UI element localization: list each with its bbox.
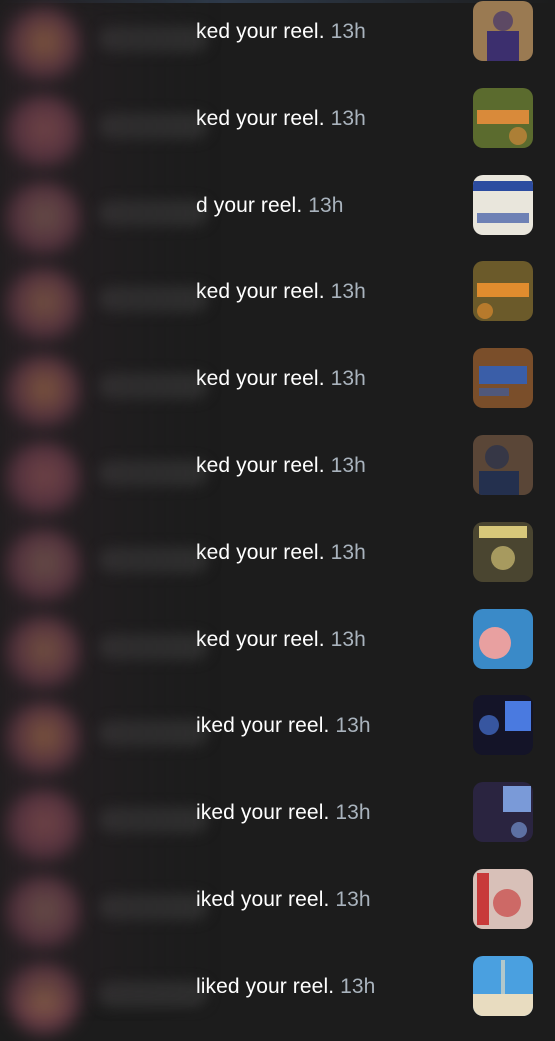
- username-blurred: [98, 980, 208, 1007]
- reel-thumbnail[interactable]: [473, 1, 533, 61]
- avatar[interactable]: [6, 442, 82, 518]
- action-text: d your reel.: [196, 193, 303, 217]
- reel-thumbnail[interactable]: [473, 695, 533, 756]
- timestamp: 13h: [330, 627, 366, 651]
- reel-thumbnail-icon: [473, 695, 533, 756]
- username-blurred: [98, 807, 208, 834]
- notification-row[interactable]: ked your reel. 13h: [0, 347, 555, 433]
- avatar[interactable]: [6, 789, 82, 866]
- reel-thumbnail-icon: [473, 1, 533, 61]
- notification-text: ked your reel. 13h: [196, 541, 366, 565]
- notification-text: liked your reel. 13h: [196, 975, 375, 999]
- timestamp: 13h: [330, 20, 366, 43]
- action-text: liked your reel.: [196, 974, 335, 998]
- reel-thumbnail-icon: [473, 608, 533, 669]
- reel-thumbnail-icon: [473, 782, 533, 843]
- notification-text: ked your reel. 13h: [196, 107, 366, 131]
- reel-thumbnail-icon: [473, 348, 533, 409]
- username-blurred: [98, 112, 208, 139]
- notification-row[interactable]: iked your reel. 13h: [0, 781, 555, 867]
- avatar[interactable]: [6, 615, 82, 692]
- timestamp: 13h: [335, 888, 371, 911]
- notification-row[interactable]: ked your reel. 13h: [0, 0, 555, 86]
- notification-row[interactable]: ked your reel. 13h: [0, 260, 555, 346]
- reel-thumbnail-icon: [473, 261, 533, 322]
- notification-row[interactable]: ked your reel. 13h: [0, 521, 555, 607]
- username-blurred: [98, 894, 208, 920]
- avatar[interactable]: [6, 355, 82, 432]
- username-blurred: [98, 633, 208, 660]
- notification-text: d your reel. 13h: [196, 194, 344, 218]
- timestamp: 13h: [330, 367, 366, 391]
- reel-thumbnail[interactable]: [473, 261, 533, 322]
- action-text: ked your reel.: [196, 106, 325, 130]
- reel-thumbnail[interactable]: [473, 782, 533, 843]
- timestamp: 13h: [330, 454, 366, 477]
- avatar[interactable]: [6, 962, 82, 1039]
- action-text: iked your reel.: [196, 801, 330, 825]
- reel-thumbnail[interactable]: [473, 87, 533, 148]
- timestamp: 13h: [308, 193, 344, 217]
- notification-text: iked your reel. 13h: [196, 888, 371, 912]
- reel-thumbnail-icon: [473, 955, 533, 1016]
- notification-text: ked your reel. 13h: [196, 367, 366, 391]
- avatar[interactable]: [6, 528, 82, 605]
- notification-row[interactable]: d your reel. 13h: [0, 174, 555, 260]
- username-blurred: [98, 546, 208, 573]
- notification-text: iked your reel. 13h: [196, 801, 371, 825]
- action-text: ked your reel.: [196, 20, 325, 43]
- username-blurred: [98, 26, 208, 52]
- username-blurred: [98, 199, 208, 226]
- notification-text: ked your reel. 13h: [196, 280, 366, 304]
- action-text: iked your reel.: [196, 714, 330, 738]
- username-blurred: [98, 460, 208, 486]
- notification-row[interactable]: ked your reel. 13h: [0, 87, 555, 173]
- reel-thumbnail[interactable]: [473, 521, 533, 582]
- reel-thumbnail[interactable]: [473, 955, 533, 1016]
- timestamp: 13h: [335, 801, 371, 825]
- action-text: ked your reel.: [196, 540, 325, 564]
- reel-thumbnail[interactable]: [473, 348, 533, 409]
- notification-row[interactable]: ked your reel. 13h: [0, 434, 555, 520]
- notification-text: ked your reel. 13h: [196, 454, 366, 478]
- reel-thumbnail[interactable]: [473, 869, 533, 929]
- username-blurred: [98, 286, 208, 313]
- avatar[interactable]: [6, 876, 82, 952]
- notification-row[interactable]: ked your reel. 13h: [0, 608, 555, 694]
- notification-text: iked your reel. 13h: [196, 714, 371, 738]
- action-text: ked your reel.: [196, 627, 325, 651]
- username-blurred: [98, 720, 208, 747]
- reel-thumbnail-icon: [473, 869, 533, 929]
- username-blurred: [98, 373, 208, 400]
- action-text: iked your reel.: [196, 888, 330, 911]
- action-text: ked your reel.: [196, 280, 325, 304]
- notification-row[interactable]: liked your reel. 13h: [0, 955, 555, 1041]
- action-text: ked your reel.: [196, 367, 325, 391]
- reel-thumbnail-icon: [473, 174, 533, 235]
- timestamp: 13h: [340, 974, 376, 998]
- avatar[interactable]: [6, 181, 82, 258]
- timestamp: 13h: [330, 540, 366, 564]
- reel-thumbnail-icon: [473, 435, 533, 495]
- avatar[interactable]: [6, 94, 82, 171]
- notification-row[interactable]: iked your reel. 13h: [0, 694, 555, 780]
- avatar[interactable]: [6, 268, 82, 345]
- reel-thumbnail-icon: [473, 521, 533, 582]
- reel-thumbnail[interactable]: [473, 174, 533, 235]
- avatar[interactable]: [6, 8, 82, 84]
- reel-thumbnail[interactable]: [473, 608, 533, 669]
- timestamp: 13h: [330, 106, 366, 130]
- notification-text: ked your reel. 13h: [196, 20, 366, 44]
- timestamp: 13h: [335, 714, 371, 738]
- notification-row[interactable]: iked your reel. 13h: [0, 868, 555, 954]
- action-text: ked your reel.: [196, 454, 325, 477]
- notification-text: ked your reel. 13h: [196, 628, 366, 652]
- timestamp: 13h: [330, 280, 366, 304]
- avatar[interactable]: [6, 702, 82, 779]
- notification-list: ked your reel. 13h ked your reel. 13h d …: [0, 0, 555, 1039]
- reel-thumbnail-icon: [473, 87, 533, 148]
- reel-thumbnail[interactable]: [473, 435, 533, 495]
